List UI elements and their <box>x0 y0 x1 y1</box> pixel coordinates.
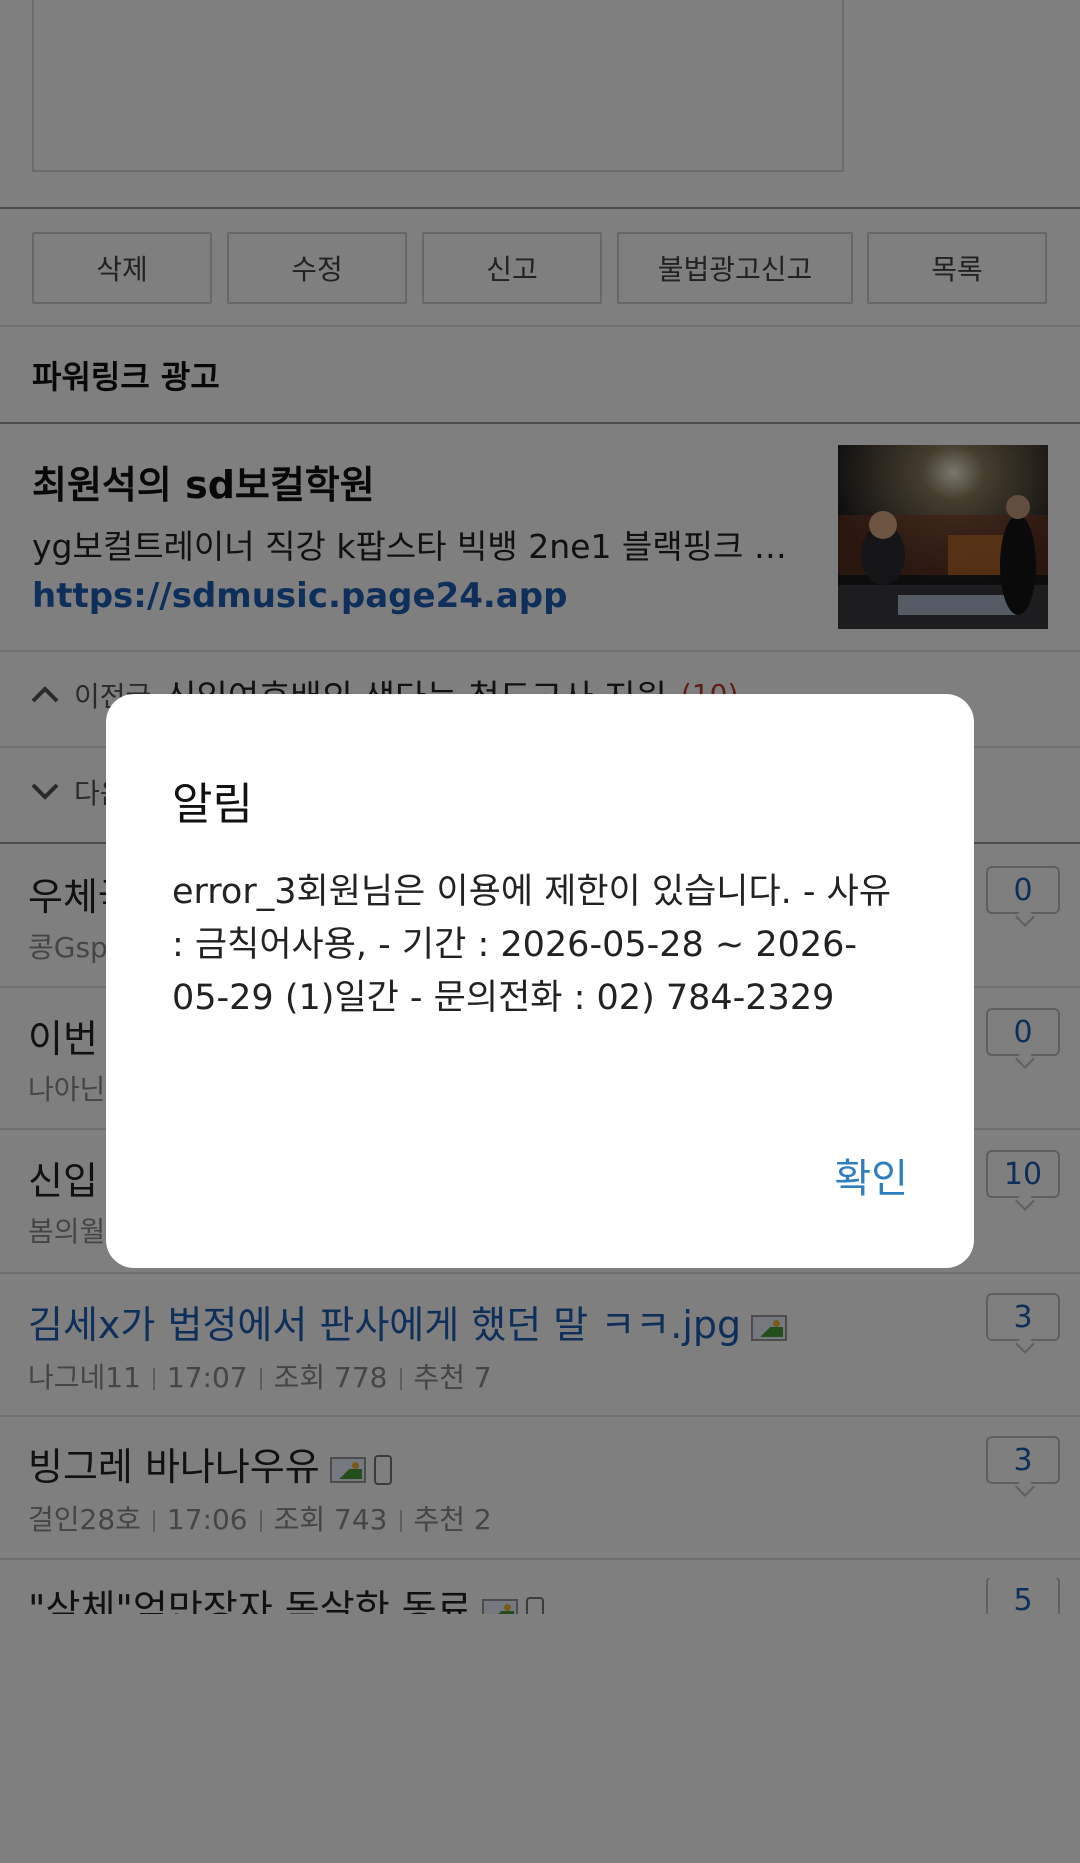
confirm-button[interactable]: 확인 <box>834 1146 908 1204</box>
alert-dialog: 알림 error_3회원님은 이용에 제한이 있습니다. - 사유 : 금칙어사… <box>106 694 974 1268</box>
dialog-title: 알림 <box>172 779 253 830</box>
dialog-message: error_3회원님은 이용에 제한이 있습니다. - 사유 : 금칙어사용, … <box>172 872 892 1018</box>
